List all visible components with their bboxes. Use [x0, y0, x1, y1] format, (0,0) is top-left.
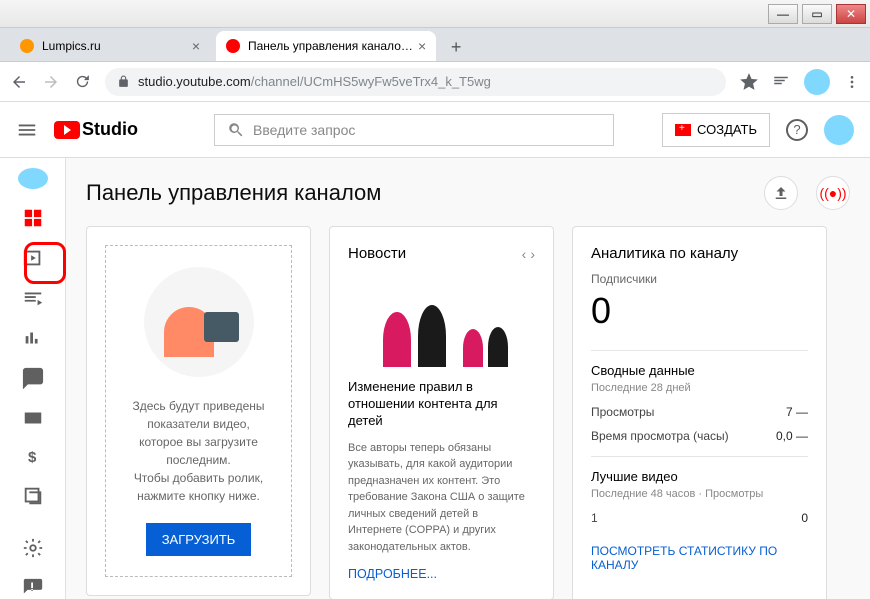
help-icon[interactable]: ? — [786, 119, 808, 141]
dashboard-cards: Здесь будут приведены показатели видео, … — [86, 226, 850, 599]
bookmark-star-icon[interactable] — [740, 73, 758, 91]
sidebar-playlists-icon[interactable] — [22, 287, 44, 309]
best-videos-heading: Лучшие видео — [591, 469, 808, 484]
views-value: 7 — [786, 405, 793, 419]
go-live-button[interactable]: ((●)) — [816, 176, 850, 210]
watch-value: 0,0 — [776, 429, 793, 443]
back-button[interactable] — [10, 73, 28, 91]
best-period: Последние 48 часов · Просмотры — [591, 488, 808, 500]
search-placeholder: Введите запрос — [253, 122, 355, 138]
rank-label: 1 — [591, 511, 598, 525]
browser-tab-studio[interactable]: Панель управления каналом - Y × — [216, 31, 436, 61]
new-tab-button[interactable]: + — [442, 33, 470, 61]
family-illustration — [348, 272, 535, 367]
summary-heading: Сводные данные — [591, 363, 808, 378]
news-card: Новости ‹ › Изменение правил в отношении… — [329, 226, 554, 599]
studio-header: Studio Введите запрос СОЗДАТЬ ? — [0, 102, 870, 158]
create-label: СОЗДАТЬ — [697, 122, 757, 137]
upload-card: Здесь будут приведены показатели видео, … — [86, 226, 311, 596]
sidebar-dashboard-icon[interactable] — [22, 207, 44, 229]
sidebar-subtitles-icon[interactable] — [22, 407, 44, 429]
profile-avatar[interactable] — [804, 69, 830, 95]
live-icon: ((●)) — [819, 185, 846, 201]
hamburger-menu-icon[interactable] — [16, 119, 38, 141]
cameraman-illustration — [144, 267, 254, 377]
analytics-card: Аналитика по каналу Подписчики 0 Сводные… — [572, 226, 827, 599]
browser-tab-strip: Lumpics.ru × Панель управления каналом -… — [0, 28, 870, 62]
summary-period: Последние 28 дней — [591, 382, 808, 394]
minimize-button[interactable]: — — [768, 4, 798, 24]
subscribers-label: Подписчики — [591, 272, 808, 286]
sidebar-videos-icon[interactable] — [22, 247, 44, 269]
upload-description: Здесь будут приведены показатели видео, … — [118, 397, 279, 505]
analytics-header: Аналитика по каналу — [591, 245, 808, 262]
browser-toolbar: studio.youtube.com/channel/UCmHS5wyFw5ve… — [0, 62, 870, 102]
full-analytics-link[interactable]: ПОСМОТРЕТЬ СТАТИСТИКУ ПО КАНАЛУ — [591, 544, 808, 572]
sidebar: $ — [0, 158, 65, 599]
sidebar-library-icon[interactable] — [22, 485, 44, 507]
channel-avatar[interactable] — [18, 168, 48, 189]
svg-text:$: $ — [28, 449, 37, 466]
browser-tab-lumpics[interactable]: Lumpics.ru × — [10, 31, 210, 61]
news-more-link[interactable]: ПОДРОБНЕЕ... — [348, 567, 535, 581]
sidebar-settings-icon[interactable] — [22, 537, 44, 559]
youtube-play-icon — [54, 121, 80, 139]
views-label: Просмотры — [591, 405, 654, 419]
tab-title: Lumpics.ru — [42, 39, 101, 53]
pager-next-icon[interactable]: › — [530, 246, 535, 262]
address-bar[interactable]: studio.youtube.com/channel/UCmHS5wyFw5ve… — [105, 68, 726, 96]
forward-button — [42, 73, 60, 91]
search-icon — [227, 121, 245, 139]
watch-label: Время просмотра (часы) — [591, 429, 729, 443]
upload-button[interactable] — [764, 176, 798, 210]
news-item-body: Все авторы теперь обязаны указывать, для… — [348, 440, 535, 556]
reload-button[interactable] — [74, 73, 91, 90]
sidebar-feedback-icon[interactable] — [22, 577, 44, 599]
sidebar-analytics-icon[interactable] — [22, 327, 44, 349]
favicon-icon — [20, 39, 34, 53]
page-title: Панель управления каналом — [86, 180, 381, 206]
sidebar-comments-icon[interactable] — [22, 367, 44, 389]
maximize-button[interactable]: ▭ — [802, 4, 832, 24]
page-header: Панель управления каналом ((●)) — [86, 176, 850, 210]
tab-close-icon[interactable]: × — [418, 38, 426, 54]
content-area: Панель управления каналом ((●)) Здесь бу… — [65, 158, 870, 599]
media-control-icon[interactable] — [772, 73, 790, 91]
favicon-icon — [226, 39, 240, 53]
rank-value: 0 — [801, 511, 808, 525]
profile-avatar[interactable] — [824, 115, 854, 145]
url-domain: studio.youtube.com — [138, 74, 251, 89]
sidebar-monetization-icon[interactable]: $ — [22, 447, 44, 467]
studio-logo[interactable]: Studio — [54, 119, 138, 140]
pager-prev-icon[interactable]: ‹ — [522, 246, 527, 262]
news-item-title: Изменение правил в отношении контента дл… — [348, 379, 535, 430]
window-titlebar: — ▭ ✕ — [0, 0, 870, 28]
logo-text: Studio — [82, 119, 138, 140]
news-header: Новости — [348, 245, 406, 262]
upload-dropzone: Здесь будут приведены показатели видео, … — [105, 245, 292, 577]
subscribers-value: 0 — [591, 290, 808, 332]
close-button[interactable]: ✕ — [836, 4, 866, 24]
upload-video-button[interactable]: ЗАГРУЗИТЬ — [146, 523, 252, 556]
tab-title: Панель управления каналом - Y — [248, 39, 418, 53]
main-area: $ Панель управления каналом ((●)) Здесь … — [0, 158, 870, 599]
url-path: /channel/UCmHS5wyFw5veTrx4_k_T5wg — [251, 74, 491, 89]
news-pager: ‹ › — [522, 246, 535, 262]
search-input[interactable]: Введите запрос — [214, 114, 614, 146]
camera-plus-icon — [675, 124, 691, 136]
create-button[interactable]: СОЗДАТЬ — [662, 113, 770, 147]
lock-icon — [117, 75, 130, 88]
tab-close-icon[interactable]: × — [192, 38, 200, 54]
browser-menu-icon[interactable] — [844, 74, 860, 90]
